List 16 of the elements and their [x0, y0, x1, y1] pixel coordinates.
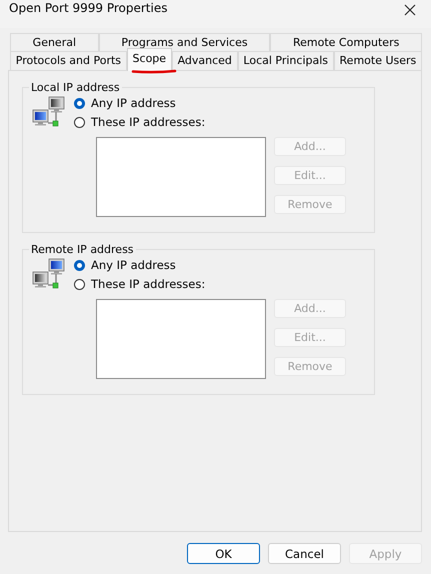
- tab[interactable]: Programs and Services: [98, 33, 270, 51]
- radio-label: Any IP address: [91, 258, 176, 272]
- tab[interactable]: Advanced: [172, 51, 238, 70]
- dialog-button[interactable]: OK: [187, 543, 260, 564]
- dialog-button[interactable]: Cancel: [268, 543, 341, 564]
- group-title: Local IP address: [30, 81, 121, 94]
- tab[interactable]: Protocols and Ports: [10, 51, 127, 70]
- radio-option[interactable]: Any IP address: [74, 96, 206, 110]
- tab[interactable]: Remote Users: [334, 51, 422, 70]
- tab[interactable]: Local Principals: [238, 51, 334, 70]
- tab[interactable]: Remote Computers: [270, 33, 422, 51]
- window-title: Open Port 9999 Properties: [9, 1, 168, 15]
- group-title: Remote IP address: [30, 243, 135, 256]
- tab[interactable]: General: [10, 33, 99, 51]
- radio-option[interactable]: Any IP address: [74, 258, 206, 272]
- radio-label: Any IP address: [91, 96, 176, 110]
